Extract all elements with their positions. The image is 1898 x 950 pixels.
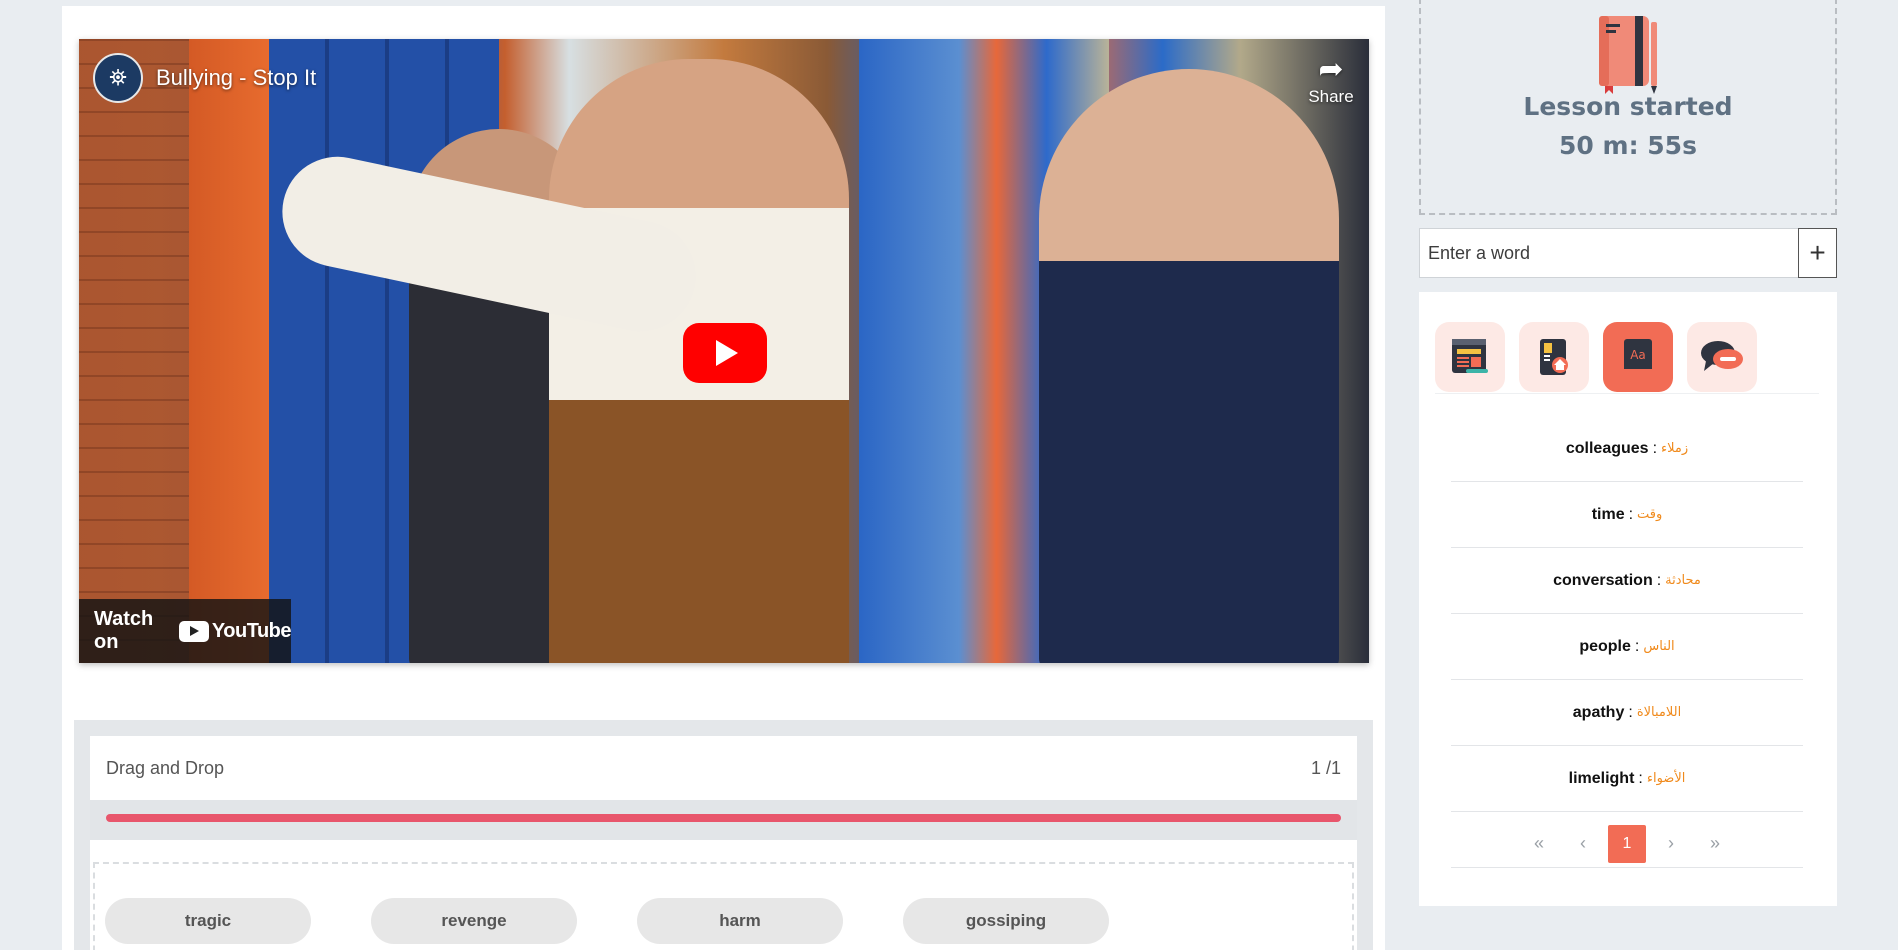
word-chip[interactable]: harm [637,898,843,944]
progress-track [90,800,1357,840]
last-page-button[interactable]: » [1696,825,1734,863]
word-chip[interactable]: gossiping [903,898,1109,944]
play-button[interactable] [683,323,767,383]
chat-tool-icon [1701,341,1743,371]
vocab-word: limelight [1568,769,1635,787]
dictionary-tool-icon: Aa [1624,339,1652,375]
tool-tabs: Aa [1435,322,1819,394]
notebook-icon [1599,16,1657,94]
video-frame-background [189,39,269,663]
youtube-logo: YouTube [178,619,292,643]
share-button[interactable]: ➦ Share [1303,53,1359,107]
lesson-status: Lesson started [1523,92,1733,121]
vocab-item[interactable]: colleagues : زملاء [1451,416,1803,482]
vocab-separator: : [1656,571,1662,589]
vocab-separator: : [1628,703,1633,721]
vocab-separator: : [1638,769,1643,787]
vocab-translation: الناس [1643,639,1675,654]
add-word-form: + [1419,228,1837,278]
article-tool-button[interactable] [1435,322,1505,392]
vocab-word: conversation [1553,571,1653,589]
homework-tool-button[interactable] [1519,322,1589,392]
drag-and-drop-card: Drag and Drop 1 /1 tragic revenge harm g… [90,736,1357,950]
svg-text:Aa: Aa [1630,348,1646,362]
question-counter: 1 /1 [1310,757,1341,778]
vocab-translation: محادثة [1665,573,1701,588]
vocabulary-list: colleagues : زملاء time : وقت conversati… [1451,416,1803,812]
youtube-wordmark: YouTube [211,619,292,642]
next-page-button[interactable]: › [1652,825,1690,863]
lesson-timer-panel: Lesson started 50 m: 55s [1419,0,1837,215]
vocab-word: people [1579,637,1631,655]
vocab-word: time [1591,505,1625,523]
drag-and-drop-header: Drag and Drop 1 /1 [90,736,1357,800]
first-page-button[interactable]: « [1520,825,1558,863]
dictionary-tool-button[interactable]: Aa [1603,322,1673,392]
vocabulary-panel: Aa colleagues : زملاء time : وقت convers… [1419,292,1837,906]
video-title[interactable]: Bullying - Stop It [156,65,316,91]
channel-avatar-icon[interactable]: ⛯ [93,53,143,103]
vocab-item[interactable]: apathy : اللامبالاة [1451,680,1803,746]
vocab-separator: : [1628,505,1634,523]
vocabulary-pagination: « ‹ 1 › » [1451,820,1803,868]
vocab-word: apathy [1572,703,1625,721]
vocab-item[interactable]: time : وقت [1451,482,1803,548]
drag-and-drop-title: Drag and Drop [106,757,225,778]
share-label: Share [1308,87,1354,106]
watch-on-label: Watch on [94,608,154,653]
video-frame-figure [1039,69,1339,663]
vocab-translation: الأضواء [1646,771,1686,786]
video-title-bar: ⛯ Bullying - Stop It [93,53,316,103]
vocab-item[interactable]: limelight : الأضواء [1451,746,1803,812]
add-word-button[interactable]: + [1798,228,1837,278]
chat-tool-button[interactable] [1687,322,1757,392]
article-tool-icon [1452,339,1488,373]
homework-tool-icon [1540,339,1568,375]
word-input[interactable] [1419,228,1798,278]
vocab-separator: : [1652,439,1658,457]
play-icon [716,340,738,366]
lesson-main-card: ⛯ Bullying - Stop It ➦ Share Watch on Yo… [62,6,1385,950]
vocab-translation: اللامبالاة [1636,705,1682,720]
word-chip[interactable]: revenge [371,898,577,944]
lesson-timer: 50 m: 55s [1559,131,1697,160]
video-player[interactable]: ⛯ Bullying - Stop It ➦ Share Watch on Yo… [79,39,1369,663]
previous-page-button[interactable]: ‹ [1564,825,1602,863]
drag-and-drop-section: Drag and Drop 1 /1 tragic revenge harm g… [74,720,1373,950]
share-icon: ➦ [1318,53,1344,86]
youtube-play-icon [178,620,209,642]
word-chip[interactable]: tragic [105,898,311,944]
watch-on-youtube-button[interactable]: Watch on YouTube [79,599,292,663]
current-page-button[interactable]: 1 [1608,824,1646,863]
vocab-item[interactable]: conversation : محادثة [1451,548,1803,614]
vocab-translation: وقت [1637,507,1663,522]
vocab-translation: زملاء [1661,441,1689,456]
vocab-separator: : [1634,637,1640,655]
word-bank: tragic revenge harm gossiping [105,898,1109,944]
progress-bar [106,814,1341,822]
vocab-word: colleagues [1565,439,1649,457]
vocab-item[interactable]: people : الناس [1451,614,1803,680]
